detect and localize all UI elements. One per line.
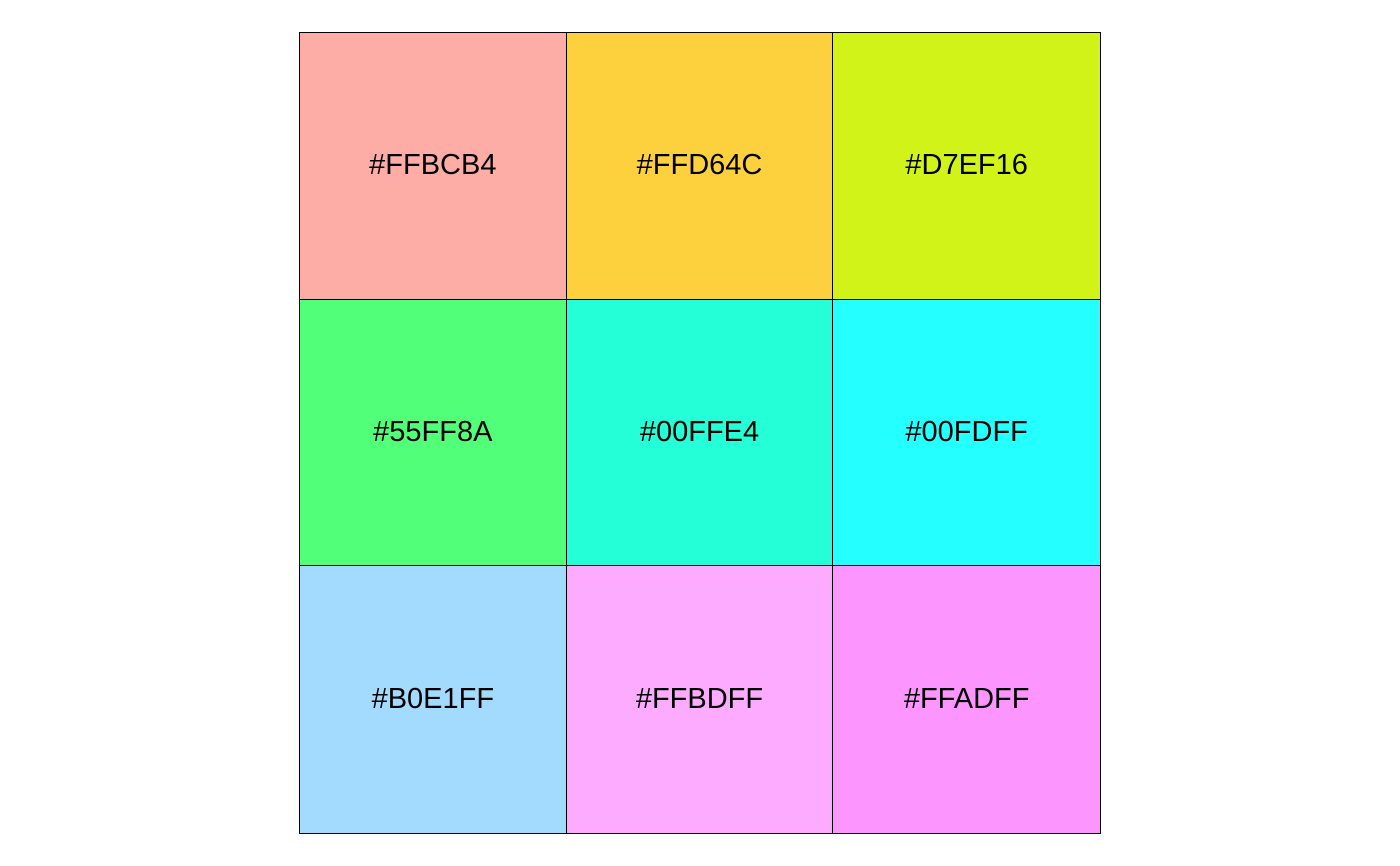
swatch-label: #D7EF16 — [905, 149, 1028, 182]
swatch: #D7EF16 — [833, 33, 1100, 300]
swatch-label: #FFBCB4 — [369, 149, 497, 182]
swatch-label: #FFD64C — [636, 149, 763, 182]
swatch-label: #55FF8A — [373, 415, 493, 448]
swatch: #00FFE4 — [566, 299, 834, 567]
swatch-label: #00FFE4 — [639, 415, 760, 448]
swatch: #00FDFF — [833, 299, 1100, 567]
swatch-label: #FFBDFF — [635, 683, 764, 716]
swatch: #FFBCB4 — [300, 33, 567, 300]
swatch: #B0E1FF — [300, 566, 567, 833]
swatch-label: #00FDFF — [905, 415, 1028, 448]
swatch: #FFBDFF — [566, 566, 834, 833]
swatch-label: #FFADFF — [903, 683, 1030, 716]
color-swatch-grid: #FFBCB4 #FFD64C #D7EF16 #55FF8A #00FFE4 … — [299, 32, 1101, 834]
swatch-label: #B0E1FF — [371, 683, 495, 716]
swatch: #55FF8A — [300, 299, 567, 567]
swatch: #FFADFF — [833, 566, 1100, 833]
swatch: #FFD64C — [566, 33, 834, 300]
